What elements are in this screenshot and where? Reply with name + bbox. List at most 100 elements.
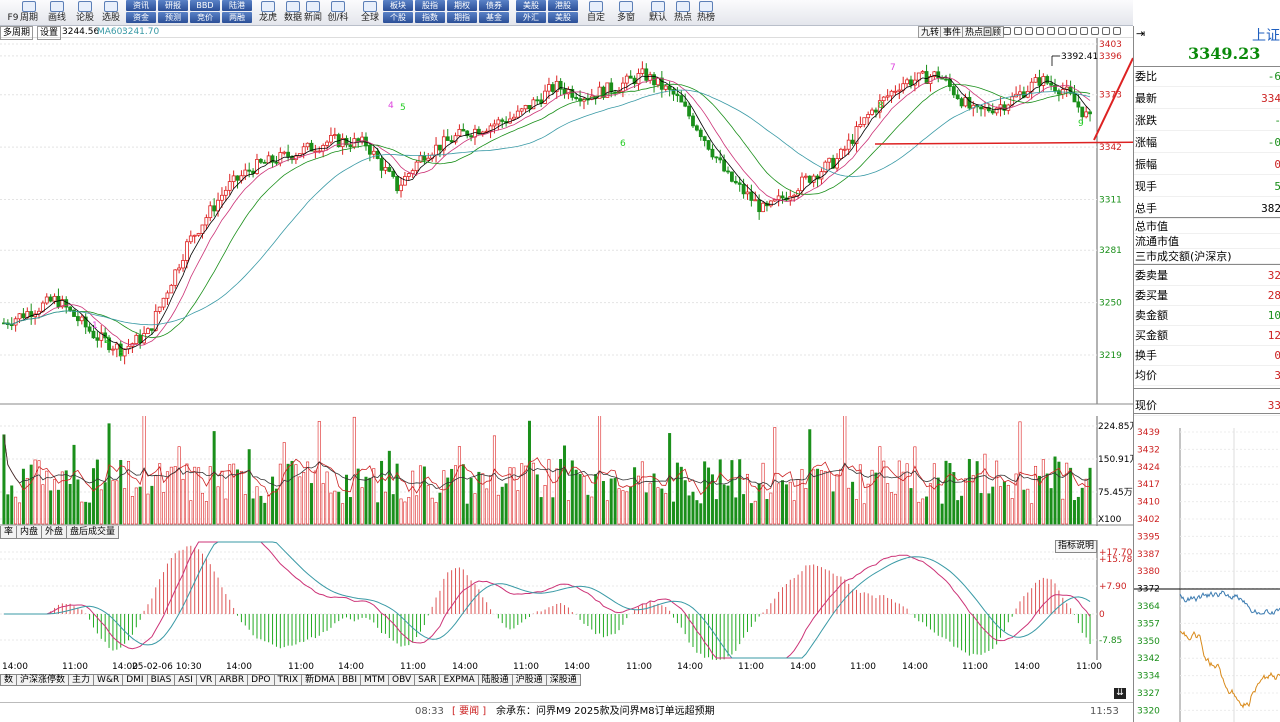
- chart-tool-icon[interactable]: [1080, 27, 1088, 35]
- volume-bar: [675, 462, 679, 525]
- chart-tool-icon[interactable]: [1003, 27, 1011, 35]
- chart-tool-icon[interactable]: [1113, 27, 1121, 35]
- quick-button-指数[interactable]: 指数: [415, 12, 445, 23]
- quick-button-美股[interactable]: 美股: [548, 12, 578, 23]
- collapse-panel-icon[interactable]: ⇥: [1136, 27, 1145, 40]
- indicator-tab-8[interactable]: ARBR: [215, 674, 249, 686]
- toolbar-item-10[interactable]: 自定: [583, 0, 609, 25]
- quick-button-两融[interactable]: 两融: [222, 12, 252, 23]
- candle-body: [967, 96, 972, 109]
- candle-body: [243, 169, 248, 177]
- volume-bar: [890, 492, 894, 525]
- toolbar-item-14[interactable]: 热榜: [693, 0, 719, 25]
- quick-button-期权[interactable]: 期权: [447, 0, 477, 11]
- indicator-tab-19[interactable]: 深股通: [545, 674, 581, 686]
- volume-bar: [76, 479, 80, 525]
- toolbar-item-2[interactable]: 画线: [44, 0, 70, 25]
- quick-button-资讯[interactable]: 资讯: [126, 0, 156, 11]
- candle-body: [944, 78, 948, 81]
- candle-body: [800, 176, 804, 192]
- toolbar-item-1[interactable]: 周期: [16, 0, 42, 25]
- indicator-tab-4[interactable]: DMI: [122, 674, 148, 686]
- chart-tab-0[interactable]: 九转: [918, 26, 943, 38]
- price-tick: 3403: [1099, 40, 1122, 50]
- intraday-mini-chart[interactable]: 3439 3432 3424 3417 3410 3402 3395 3387 3380 3372…: [1134, 428, 1280, 722]
- quick-button-债券[interactable]: 债券: [479, 0, 509, 11]
- toolbar-item-3[interactable]: 论股: [72, 0, 98, 25]
- chart-tool-icon[interactable]: [1058, 27, 1066, 35]
- indicator-tab-18[interactable]: 沪股通: [511, 674, 547, 686]
- quick-button-研报[interactable]: 研报: [158, 0, 188, 11]
- volume-bar: [56, 489, 60, 525]
- toolbar-item-8[interactable]: 创/科: [325, 0, 351, 25]
- volume-tab-3[interactable]: 盘后成交量: [66, 526, 120, 539]
- indicator-tab-2[interactable]: 主力: [68, 674, 95, 686]
- quick-button-期指[interactable]: 期指: [447, 12, 477, 23]
- indicator-tab-11[interactable]: 新DMA: [301, 674, 339, 686]
- volume-tab-2[interactable]: 外盘: [41, 526, 68, 539]
- indicator-tab-5[interactable]: BIAS: [146, 674, 176, 686]
- indicator-tab-12[interactable]: BBI: [337, 674, 361, 686]
- quick-button-竞价[interactable]: 竞价: [190, 12, 220, 23]
- quick-button-股指[interactable]: 股指: [415, 0, 445, 11]
- news-tag[interactable]: [ 要闻 ]: [452, 703, 486, 721]
- macd-chart[interactable]: +17.70+15.78+7.900-7.85: [0, 540, 1133, 660]
- indicator-tab-16[interactable]: EXPMA: [439, 674, 479, 686]
- indicator-tab-10[interactable]: TRIX: [273, 674, 303, 686]
- download-icon[interactable]: ⇊: [1114, 688, 1126, 699]
- candle-body: [414, 161, 419, 172]
- indicator-tab-1[interactable]: 沪深涨停数: [16, 674, 70, 686]
- toolbar-item-9[interactable]: 全球: [357, 0, 383, 25]
- chart-tool-icon[interactable]: [1102, 27, 1110, 35]
- chart-tool-icon[interactable]: [1069, 27, 1077, 35]
- toolbar-item-7[interactable]: 新闻: [300, 0, 326, 25]
- indicator-tab-7[interactable]: VR: [195, 674, 217, 686]
- toolbar-item-4[interactable]: 选股: [98, 0, 124, 25]
- volume-bar: [854, 499, 858, 525]
- chart-tab-2[interactable]: 热点回顾: [962, 26, 1005, 38]
- indicator-tab-17[interactable]: 陆股通: [477, 674, 513, 686]
- quote-value: 3: [1274, 365, 1280, 386]
- toolbar-item-11[interactable]: 多窗: [613, 0, 639, 25]
- price-candlestick-chart[interactable]: 3403 3396 3373 3342 3311 3281 3250 3219 3392.41 1…: [0, 38, 1133, 416]
- toolbar-item-12[interactable]: 默认: [645, 0, 671, 25]
- chart-tool-icon[interactable]: [1014, 27, 1022, 35]
- indicator-tab-13[interactable]: MTM: [359, 674, 390, 686]
- candle-body: [79, 316, 84, 322]
- toolbar-item-label: 创/科: [327, 13, 349, 23]
- toolbar-item-5[interactable]: 龙虎: [255, 0, 281, 25]
- chart-tool-icon[interactable]: [1036, 27, 1044, 35]
- quick-button-外汇[interactable]: 外汇: [516, 12, 546, 23]
- volume-bar: [239, 470, 243, 525]
- quick-button-陆港[interactable]: 陆港: [222, 0, 252, 11]
- quick-button-美股[interactable]: 美股: [516, 0, 546, 11]
- quick-button-资金[interactable]: 资金: [126, 12, 156, 23]
- nine-turn-marker: 6: [620, 139, 626, 149]
- indicator-tab-6[interactable]: ASI: [174, 674, 197, 686]
- quick-button-板块[interactable]: 板块: [383, 0, 413, 11]
- volume-chart[interactable]: 224.85万 150.91万 75.45万 X100: [0, 416, 1133, 526]
- candle-body: [1088, 111, 1092, 115]
- candle-body: [955, 94, 960, 100]
- volume-bar: [481, 473, 485, 525]
- volume-bar: [130, 496, 134, 525]
- indicator-tab-0[interactable]: 数: [0, 674, 18, 686]
- news-headline[interactable]: 余承东：问界M9 2025款及问界M8订单远超预期: [496, 703, 715, 721]
- indicator-tab-14[interactable]: OBV: [388, 674, 416, 686]
- quick-button-预测[interactable]: 预测: [158, 12, 188, 23]
- quick-button-基金[interactable]: 基金: [479, 12, 509, 23]
- chart-tool-icon[interactable]: [1047, 27, 1055, 35]
- quick-button-BBD[interactable]: BBD: [190, 0, 220, 11]
- volume-tab-0[interactable]: 率: [0, 526, 18, 539]
- indicator-tab-15[interactable]: SAR: [414, 674, 441, 686]
- quick-button-个股[interactable]: 个股: [383, 12, 413, 23]
- nine-turn-marker: 3: [118, 349, 124, 359]
- chart-tab-1[interactable]: 事件: [940, 26, 965, 38]
- indicator-tab-3[interactable]: W&R: [93, 674, 124, 686]
- chart-tool-icon[interactable]: [1091, 27, 1099, 35]
- indicator-explain-button[interactable]: 指标说明: [1055, 540, 1098, 553]
- quick-button-港股[interactable]: 港股: [548, 0, 578, 11]
- chart-tool-icon[interactable]: [1025, 27, 1033, 35]
- volume-tab-1[interactable]: 内盘: [16, 526, 43, 539]
- indicator-tab-9[interactable]: DPO: [247, 674, 275, 686]
